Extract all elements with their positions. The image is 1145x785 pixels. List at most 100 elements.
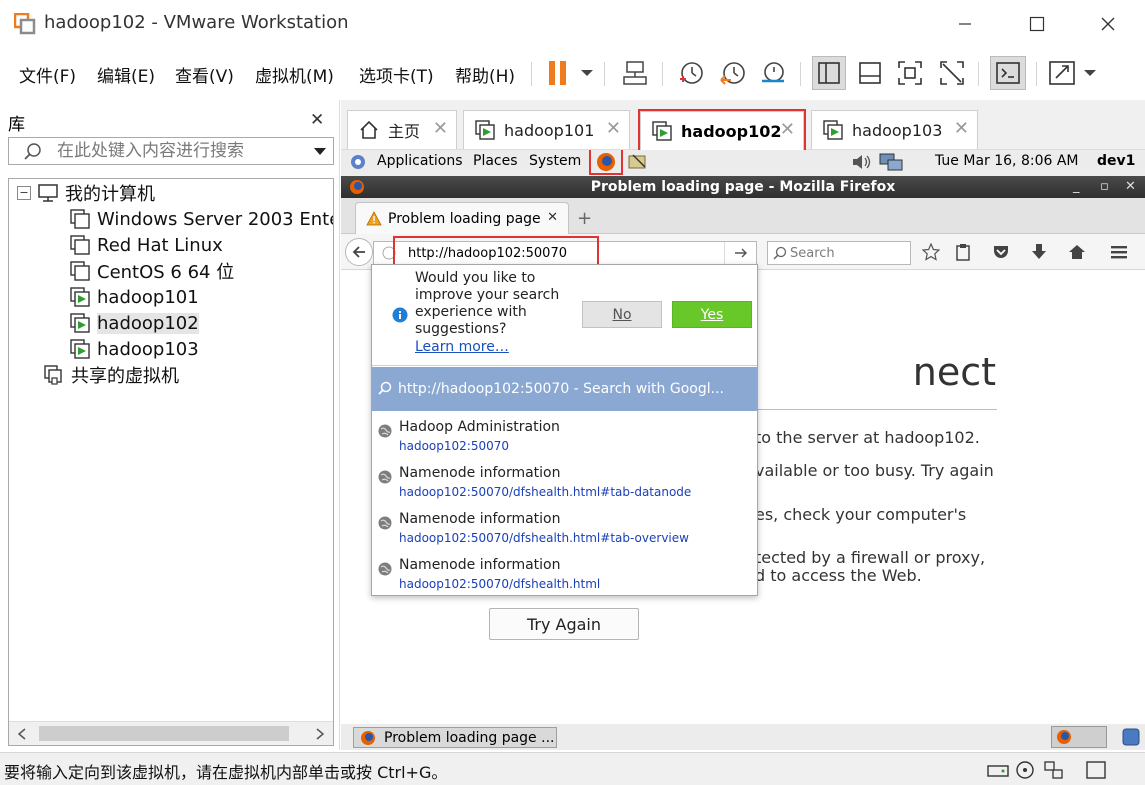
hard-disk-icon — [987, 765, 1009, 777]
tree-item-label: Red Hat Linux — [97, 234, 223, 256]
ff-maximize-button[interactable]: ▫ — [1100, 176, 1109, 198]
history-suggestion-row[interactable]: Namenode information hadoop102:50070/dfs… — [372, 506, 757, 552]
snapshot-manager-icon — [762, 62, 784, 83]
home-button[interactable] — [1067, 242, 1087, 262]
tree-item-label: hadoop102 — [97, 312, 199, 334]
pocket-icon — [994, 246, 1008, 258]
reading-list-button[interactable] — [953, 242, 973, 262]
menu-places[interactable]: Places — [473, 153, 518, 169]
tab-hadoop103[interactable]: hadoop103 ✕ — [811, 110, 978, 149]
firefox-tab-close-button[interactable]: ✕ — [547, 210, 558, 225]
message-log-status[interactable] — [1084, 759, 1108, 781]
hard-disk-status[interactable] — [986, 759, 1010, 781]
library-search-input[interactable] — [57, 140, 297, 162]
menu-vm[interactable]: 虚拟机(M) — [255, 62, 334, 87]
back-button[interactable] — [345, 238, 373, 266]
menu-view[interactable]: 查看(V) — [175, 62, 234, 87]
workspace-switcher[interactable] — [1051, 726, 1107, 748]
library-close-button[interactable]: ✕ — [310, 110, 324, 130]
scrollbar-thumb[interactable] — [39, 726, 289, 741]
panel-clock[interactable]: Tue Mar 16, 8:06 AM — [935, 153, 1079, 169]
volume-icon[interactable] — [851, 153, 873, 171]
tab-hadoop102[interactable]: hadoop102 ✕ — [638, 109, 806, 152]
unity-button[interactable] — [936, 56, 968, 90]
scroll-right-icon[interactable] — [315, 728, 325, 740]
collapse-toggle-icon[interactable]: − — [17, 186, 31, 200]
learn-more-link[interactable]: Learn more… — [415, 339, 509, 355]
tree-item-red-hat-linux[interactable]: Red Hat Linux — [69, 233, 223, 257]
yes-button[interactable]: Yes — [672, 301, 752, 328]
ff-close-button[interactable]: ✕ — [1125, 176, 1136, 198]
full-screen-button[interactable] — [894, 56, 926, 90]
stretch-icon — [1049, 61, 1096, 85]
tab-close-button[interactable]: ✕ — [433, 118, 448, 139]
keyboard-network-icon — [623, 61, 647, 85]
tab-home[interactable]: 主页 ✕ — [347, 110, 457, 149]
minimize-button[interactable] — [950, 10, 980, 38]
url-input[interactable] — [408, 244, 718, 262]
menu-system[interactable]: System — [529, 153, 581, 169]
search-suggestion-row[interactable]: http://hadoop102:50070 - Search with Goo… — [372, 367, 757, 411]
tab-close-button[interactable]: ✕ — [606, 118, 621, 139]
new-tab-button[interactable]: + — [577, 208, 592, 229]
dropdown-arrow-icon[interactable] — [313, 147, 327, 157]
tab-close-button[interactable]: ✕ — [954, 118, 969, 139]
network-icon[interactable] — [879, 152, 903, 172]
history-suggestion-row[interactable]: Namenode information hadoop102:50070/dfs… — [372, 460, 757, 506]
tree-item-centos-6[interactable]: CentOS 6 64 位 — [69, 259, 234, 283]
pause-button[interactable] — [546, 56, 596, 90]
url-bar[interactable] — [373, 241, 757, 265]
snapshot-button[interactable] — [676, 56, 706, 90]
close-window-button[interactable] — [1093, 10, 1123, 38]
no-button[interactable]: No — [582, 301, 662, 328]
history-suggestion-row[interactable]: Namenode information hadoop102:50070/dfs… — [372, 552, 757, 598]
tree-item-hadoop103[interactable]: hadoop103 — [69, 337, 199, 361]
bookmark-star-button[interactable] — [921, 242, 941, 262]
try-again-button[interactable]: Try Again — [489, 608, 639, 640]
tree-item-my-computer[interactable]: − 我的计算机 — [17, 181, 155, 205]
network-adapter-status[interactable] — [1042, 759, 1066, 781]
tree-item-hadoop102[interactable]: hadoop102 — [69, 311, 199, 335]
panel-user[interactable]: dev1 — [1097, 153, 1135, 169]
maximize-button[interactable] — [1022, 10, 1052, 38]
scroll-left-icon[interactable] — [17, 728, 27, 740]
show-library-button[interactable] — [812, 56, 846, 90]
ff-minimize-button[interactable]: _ — [1073, 176, 1080, 198]
site-info-icon[interactable] — [382, 246, 396, 260]
tree-item-shared-vms[interactable]: 共享的虚拟机 — [43, 363, 179, 387]
console-view-button[interactable] — [990, 56, 1026, 90]
search-bar[interactable] — [767, 241, 911, 265]
stretch-guest-button[interactable] — [1048, 56, 1102, 90]
pocket-button[interactable] — [991, 242, 1011, 262]
error-text-line: es, check your computer's — [755, 505, 967, 524]
trash-icon[interactable] — [1121, 727, 1141, 747]
tree-item-windows-server-2003[interactable]: Windows Server 2003 Enterprise — [69, 207, 333, 231]
tab-hadoop101[interactable]: hadoop101 ✕ — [463, 110, 630, 149]
tab-close-button[interactable]: ✕ — [780, 119, 795, 140]
menu-tabs[interactable]: 选项卡(T) — [359, 62, 434, 87]
error-text-line: d to access the Web. — [755, 566, 922, 585]
guest-console[interactable]: Applications Places System Tue Mar 16, 8… — [341, 150, 1145, 750]
network-adapter-icon — [1044, 761, 1063, 779]
tree-item-hadoop101[interactable]: hadoop101 — [69, 285, 199, 309]
menu-help[interactable]: 帮助(H) — [455, 62, 515, 87]
library-horizontal-scrollbar[interactable] — [9, 721, 333, 745]
firefox-tab[interactable]: Problem loading page ✕ — [355, 202, 569, 234]
menu-edit[interactable]: 编辑(E) — [97, 62, 155, 87]
cd-rom-status[interactable] — [1014, 759, 1038, 781]
snapshot-manager-button[interactable] — [758, 56, 788, 90]
revert-snapshot-button[interactable] — [718, 56, 748, 90]
send-ctrl-alt-del-button[interactable] — [620, 56, 650, 90]
text-editor-icon[interactable] — [627, 153, 649, 171]
downloads-button[interactable] — [1029, 242, 1049, 262]
go-button[interactable] — [724, 242, 756, 264]
menu-applications[interactable]: Applications — [377, 153, 463, 169]
firefox-launcher[interactable] — [589, 150, 623, 175]
search-input[interactable] — [790, 244, 906, 262]
firefox-icon — [1057, 730, 1071, 744]
taskbar-window-button[interactable]: Problem loading page ... — [353, 727, 557, 748]
hamburger-menu-button[interactable] — [1109, 242, 1129, 262]
thumbnail-bar-button[interactable] — [854, 56, 886, 90]
history-suggestion-row[interactable]: Hadoop Administration hadoop102:50070 — [372, 414, 757, 460]
menu-file[interactable]: 文件(F) — [19, 62, 76, 87]
